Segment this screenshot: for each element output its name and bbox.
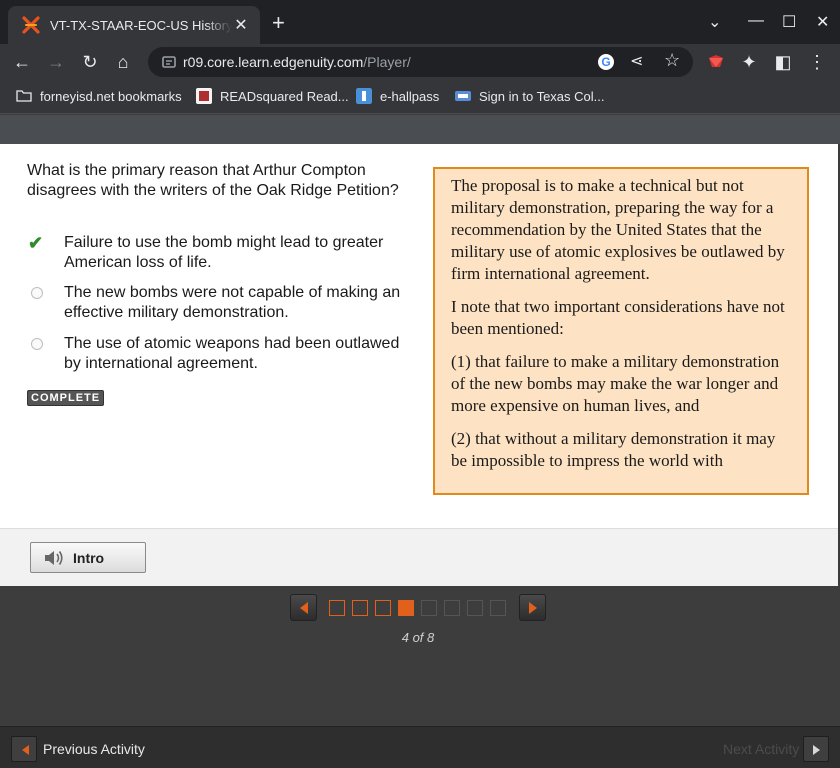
activity-pager: 4 of 8 xyxy=(0,586,840,726)
window-close-icon[interactable]: ✕ xyxy=(816,12,829,32)
browser-window: VT-TX-STAAR-EOC-US History - Ir ✕ + ⌄ — … xyxy=(0,0,840,768)
answer-option-2[interactable]: The new bombs were not capable of making… xyxy=(27,283,417,323)
intro-audio-button[interactable]: Intro xyxy=(30,542,146,573)
bookmarks-bar: forneyisd.net bookmarks READsquared Read… xyxy=(0,80,840,114)
bookmark-ehallpass[interactable]: e-hallpass xyxy=(356,88,439,104)
page-box-5[interactable] xyxy=(421,600,437,616)
answer-option-3[interactable]: The use of atomic weapons had been outla… xyxy=(27,334,417,374)
edgenuity-favicon-icon xyxy=(22,16,40,34)
player-header-bar xyxy=(0,115,840,144)
question-prompt: What is the primary reason that Arthur C… xyxy=(27,162,399,199)
page-box-1[interactable] xyxy=(329,600,345,616)
ehallpass-icon xyxy=(356,88,372,104)
passage-paragraph: I note that two important considerations… xyxy=(451,297,785,338)
bookmark-texas-college[interactable]: Sign in to Texas Col... xyxy=(455,88,605,104)
maximize-icon[interactable]: ☐ xyxy=(782,12,796,32)
activity-content: What is the primary reason that Arthur C… xyxy=(0,144,838,528)
radio-button[interactable] xyxy=(31,338,43,350)
activity-footer: Previous Activity Next Activity xyxy=(0,726,840,768)
answer-mark xyxy=(27,283,64,323)
previous-activity-button[interactable] xyxy=(11,736,37,762)
side-panel-icon[interactable]: ◧ xyxy=(772,51,794,73)
speaker-icon xyxy=(45,550,63,565)
page-box-7[interactable] xyxy=(467,600,483,616)
answer-option-1[interactable]: ✔ Failure to use the bomb might lead to … xyxy=(27,233,417,273)
tab-strip: VT-TX-STAAR-EOC-US History - Ir ✕ + ⌄ — … xyxy=(0,0,840,44)
answer-mark xyxy=(27,334,64,374)
answer-text: The use of atomic weapons had been outla… xyxy=(64,335,400,372)
url-path: /Player/ xyxy=(363,54,411,70)
address-bar[interactable]: r09.core.learn.edgenuity.com/Player/ G ⋖… xyxy=(148,47,693,77)
complete-status-badge: COMPLETE xyxy=(27,390,105,406)
bookmark-label: Sign in to Texas Col... xyxy=(479,88,605,104)
checkmark-icon: ✔ xyxy=(28,233,44,253)
bookmark-forneyisd[interactable]: forneyisd.net bookmarks xyxy=(16,88,182,104)
media-controls-area: Intro xyxy=(0,528,838,586)
bookmark-label: e-hallpass xyxy=(380,88,440,104)
page-count: 4 of 8 xyxy=(401,630,435,645)
url-host: r09.core.learn.edgenuity.com xyxy=(183,54,364,70)
triangle-left-icon xyxy=(22,745,29,755)
tab-search-icon[interactable]: ⌄ xyxy=(708,12,721,32)
readsquared-icon xyxy=(196,88,212,104)
next-activity-label: Next Activity xyxy=(723,741,800,757)
page-box-8[interactable] xyxy=(490,600,506,616)
pager-previous-button[interactable] xyxy=(290,594,317,621)
radio-button[interactable] xyxy=(31,287,43,299)
bookmark-label: READsquared Read... xyxy=(220,88,349,104)
intro-label: Intro xyxy=(73,549,105,566)
tab-edgenuity[interactable]: VT-TX-STAAR-EOC-US History - Ir ✕ xyxy=(8,6,260,44)
bookmark-label: forneyisd.net bookmarks xyxy=(40,88,182,104)
browser-toolbar: ← → ↻ ⌂ r09.core.learn.edgenuity.com/Pla… xyxy=(0,44,840,80)
triangle-right-icon xyxy=(813,745,820,755)
home-icon[interactable]: ⌂ xyxy=(112,51,134,73)
answer-text: Failure to use the bomb might lead to gr… xyxy=(64,234,384,271)
svg-text:G: G xyxy=(601,55,610,69)
page-box-3[interactable] xyxy=(375,600,391,616)
share-icon[interactable]: ⋖ xyxy=(630,51,643,71)
answer-mark: ✔ xyxy=(27,233,64,273)
page-box-4[interactable] xyxy=(398,600,414,616)
new-tab-icon[interactable]: + xyxy=(272,12,285,34)
passage-paragraph: (1) that failure to make a military demo… xyxy=(451,352,780,415)
page-box-2[interactable] xyxy=(352,600,368,616)
passage-paragraph: (2) that without a military demonstratio… xyxy=(451,429,776,470)
extension-ruby-icon[interactable] xyxy=(706,53,726,71)
site-info-icon[interactable] xyxy=(160,53,178,71)
bookmark-readsquared[interactable]: READsquared Read... xyxy=(196,88,349,104)
folder-icon xyxy=(16,90,32,102)
bookmark-star-icon[interactable]: ☆ xyxy=(664,50,680,71)
reload-icon[interactable]: ↻ xyxy=(79,51,101,73)
minimize-icon[interactable]: — xyxy=(748,12,764,30)
page-box-6[interactable] xyxy=(444,600,460,616)
triangle-right-icon xyxy=(529,602,537,614)
menu-kebab-icon[interactable]: ⋮ xyxy=(806,51,828,73)
tab-title: VT-TX-STAAR-EOC-US History - Ir xyxy=(50,17,232,33)
next-activity-button[interactable] xyxy=(803,736,829,762)
answer-text: The new bombs were not capable of making… xyxy=(64,284,401,321)
previous-activity-label[interactable]: Previous Activity xyxy=(43,741,145,757)
passage-paragraph: The proposal is to make a technical but … xyxy=(451,176,785,283)
forward-icon[interactable]: → xyxy=(45,51,67,73)
url-text: r09.core.learn.edgenuity.com/Player/ xyxy=(183,54,411,70)
reading-passage[interactable]: The proposal is to make a technical but … xyxy=(433,167,809,495)
back-icon[interactable]: ← xyxy=(11,51,33,73)
triangle-left-icon xyxy=(300,602,308,614)
pager-next-button[interactable] xyxy=(519,594,546,621)
texas-college-icon xyxy=(455,91,471,101)
tab-close-icon[interactable]: ✕ xyxy=(232,15,250,35)
google-lens-icon[interactable]: G xyxy=(597,53,615,71)
extensions-puzzle-icon[interactable]: ✦ xyxy=(738,51,760,73)
